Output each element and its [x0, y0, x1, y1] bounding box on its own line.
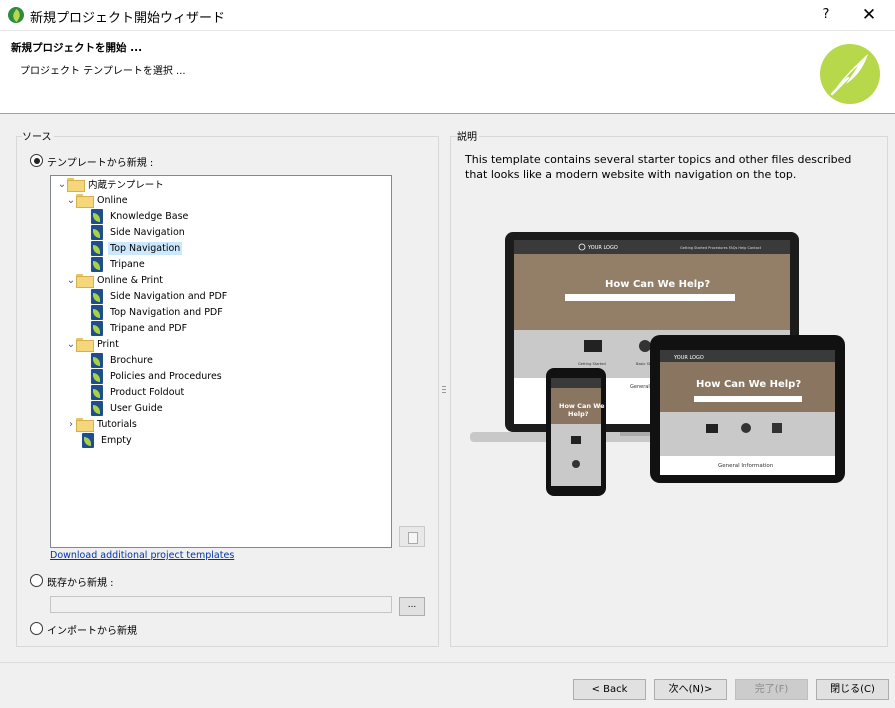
tree-item-top-navigation-pdf[interactable]: Top Navigation and PDF: [91, 304, 225, 320]
from-template-label: テンプレートから新規 :: [47, 158, 154, 169]
tree-node-builtin[interactable]: ⌄ 内蔵テンプレート: [57, 176, 166, 192]
svg-text:General Information: General Information: [718, 463, 774, 469]
svg-text:Help?: Help?: [568, 410, 589, 418]
tree-label-online-print: Online & Print: [97, 274, 163, 286]
tree-item-knowledge-base[interactable]: Knowledge Base: [91, 208, 190, 224]
from-import-label: インポートから新規: [47, 626, 137, 637]
template-tree[interactable]: ⌄ 内蔵テンプレート ⌄ Online Knowledge Base Side …: [50, 175, 392, 548]
template-icon: [91, 224, 103, 240]
footer-divider: [0, 662, 895, 663]
template-icon: [91, 384, 103, 400]
svg-text:Getting Started Procedures: Getting Started Procedures FAQs Help Con…: [680, 246, 762, 250]
close-button[interactable]: 閉じる(C): [816, 679, 889, 700]
from-existing-radio[interactable]: [30, 574, 43, 587]
flare-feather-logo-icon: [820, 44, 880, 104]
tree-label: Product Foldout: [110, 386, 185, 398]
from-template-radio[interactable]: [30, 154, 43, 167]
tree-item-tripane-pdf[interactable]: Tripane and PDF: [91, 320, 189, 336]
template-icon: [91, 288, 103, 304]
folder-icon: [76, 418, 94, 432]
tree-label: Tripane: [110, 258, 145, 270]
tree-item-empty[interactable]: Empty: [82, 432, 134, 448]
svg-text:YOUR LOGO: YOUR LOGO: [673, 355, 704, 361]
folder-open-icon: [76, 194, 94, 208]
tree-item-brochure[interactable]: Brochure: [91, 352, 155, 368]
chevron-down-icon[interactable]: ⌄: [66, 275, 76, 286]
tree-label: Tripane and PDF: [110, 322, 188, 334]
help-button[interactable]: ?: [814, 4, 838, 26]
from-existing-label: 既存から新規 :: [47, 578, 114, 589]
close-window-button[interactable]: ✕: [855, 4, 883, 26]
chevron-down-icon[interactable]: ⌄: [66, 195, 76, 206]
tree-label: Knowledge Base: [110, 210, 189, 222]
tree-label-online: Online: [97, 194, 128, 206]
template-icon: [91, 240, 103, 256]
wizard-banner: 新規プロジェクトを開始 ... プロジェクト テンプレートを選択 ...: [0, 31, 895, 114]
next-button[interactable]: 次へ(N)>: [654, 679, 727, 700]
tree-label: Policies and Procedures: [110, 370, 222, 382]
tree-label-empty: Empty: [101, 434, 132, 446]
description-text: This template contains several starter t…: [465, 153, 852, 181]
folder-open-icon: [67, 178, 85, 192]
template-icon: [91, 256, 103, 272]
template-icon: [91, 400, 103, 416]
banner-title: 新規プロジェクトを開始 ...: [11, 42, 143, 54]
tree-label: Brochure: [110, 354, 153, 366]
template-preview-image: YOUR LOGO Getting Started Procedures FAQ…: [470, 232, 845, 496]
template-icon: [82, 432, 94, 448]
tree-label-builtin: 内蔵テンプレート: [88, 180, 164, 191]
tree-node-online[interactable]: ⌄ Online: [66, 192, 130, 208]
tree-node-print[interactable]: ⌄ Print: [66, 336, 121, 352]
tree-item-policies[interactable]: Policies and Procedures: [91, 368, 224, 384]
tree-label: Side Navigation and PDF: [110, 290, 228, 302]
preview-card-text: Getting Started: [578, 362, 606, 366]
finish-button[interactable]: 完了(F): [735, 679, 808, 700]
preview-logo-text: YOUR LOGO: [587, 245, 618, 251]
template-icon: [91, 320, 103, 336]
tree-label: Top Navigation and PDF: [110, 306, 223, 318]
tree-node-tutorials[interactable]: › Tutorials: [66, 416, 139, 432]
template-icon: [91, 352, 103, 368]
tree-label: User Guide: [110, 402, 163, 414]
banner-subtitle: プロジェクト テンプレートを選択 ...: [20, 66, 186, 77]
existing-path-field[interactable]: [50, 596, 392, 613]
tree-label-tutorials: Tutorials: [97, 418, 137, 430]
tree-label-selected: Top Navigation: [108, 241, 183, 255]
window-title: 新規プロジェクト開始ウィザード: [30, 11, 226, 26]
tree-item-side-navigation[interactable]: Side Navigation: [91, 224, 187, 240]
tree-item-top-navigation[interactable]: Top Navigation: [91, 240, 183, 256]
tree-node-online-print[interactable]: ⌄ Online & Print: [66, 272, 165, 288]
preview-hero-text: How Can We Help?: [605, 279, 710, 290]
from-import-radio[interactable]: [30, 622, 43, 635]
template-icon: [91, 368, 103, 384]
chevron-down-icon[interactable]: ⌄: [66, 339, 76, 350]
download-templates-link[interactable]: Download additional project templates: [50, 550, 234, 561]
tree-label: Side Navigation: [110, 226, 185, 238]
browse-button[interactable]: ...: [399, 597, 425, 616]
chevron-down-icon[interactable]: ⌄: [57, 179, 67, 190]
tree-toggle-button[interactable]: [399, 526, 425, 547]
folder-open-icon: [76, 274, 94, 288]
chevron-right-icon[interactable]: ›: [66, 419, 76, 430]
source-group-label: ソース: [22, 128, 54, 143]
back-button[interactable]: < Back: [573, 679, 646, 700]
tree-item-side-navigation-pdf[interactable]: Side Navigation and PDF: [91, 288, 229, 304]
description-group-label: 説明: [457, 128, 479, 143]
tree-item-user-guide[interactable]: User Guide: [91, 400, 165, 416]
tree-item-product-foldout[interactable]: Product Foldout: [91, 384, 186, 400]
template-icon: [91, 304, 103, 320]
template-icon: [91, 208, 103, 224]
app-logo-icon: [8, 7, 24, 23]
tree-label-print: Print: [97, 338, 119, 350]
svg-text:How Can We Help?: How Can We Help?: [696, 379, 801, 390]
splitter-handle[interactable]: [442, 386, 446, 394]
title-bar: 新規プロジェクト開始ウィザード ? ✕: [0, 0, 895, 31]
folder-open-icon: [76, 338, 94, 352]
svg-text:How Can We: How Can We: [559, 402, 605, 410]
tree-item-tripane[interactable]: Tripane: [91, 256, 147, 272]
